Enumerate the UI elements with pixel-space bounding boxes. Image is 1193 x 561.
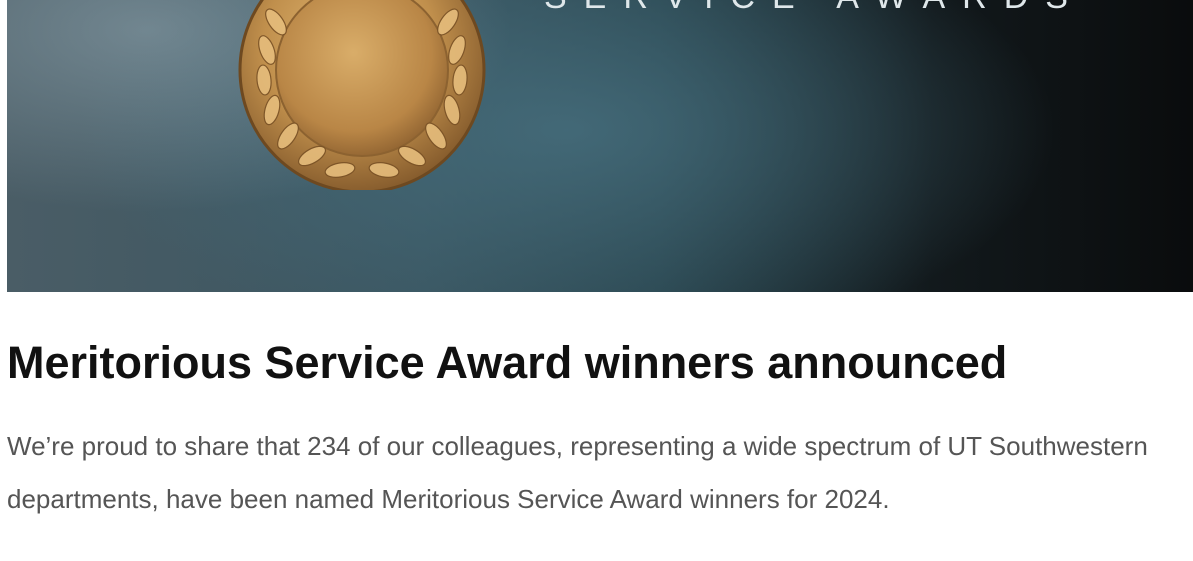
banner-title: SERVICE AWARDS <box>544 0 1085 14</box>
hero-banner: SERVICE AWARDS <box>7 0 1193 292</box>
article-title[interactable]: Meritorious Service Award winners announ… <box>7 335 1007 391</box>
laurel-medal-icon <box>238 0 486 190</box>
article-summary: We’re proud to share that 234 of our col… <box>7 431 1148 514</box>
